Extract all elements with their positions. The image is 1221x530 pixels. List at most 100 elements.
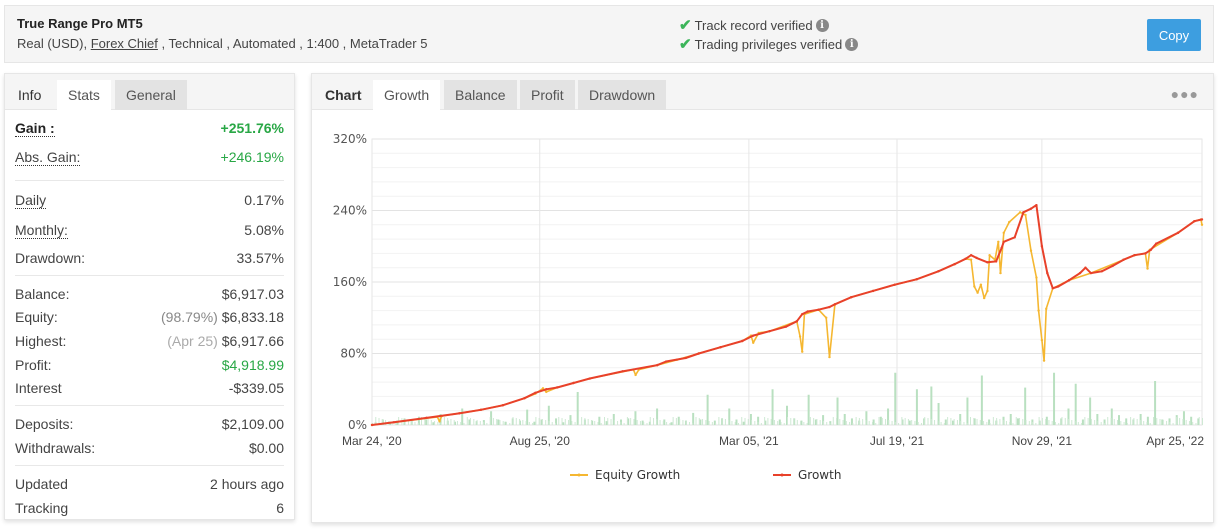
volume-bar [966,397,969,425]
volume-bar [1022,419,1024,425]
x-tick-label: Mar 05, '21 [719,434,779,448]
data-point [828,305,831,309]
data-point [798,335,802,338]
stat-drawdown: Drawdown: 33.57% [15,248,284,270]
volume-bar [394,423,396,425]
volume-bar [515,418,517,425]
volume-bar [1058,423,1060,425]
legend-marker [780,473,784,477]
volume-bar [963,422,965,425]
volume-bar [1143,421,1145,425]
data-point [621,370,624,373]
stats-tabs: Info Stats General [5,74,294,110]
volume-bar [803,422,805,425]
volume-bar [1162,420,1164,425]
data-point [572,381,575,385]
tab-balance[interactable]: Balance [444,80,517,110]
volume-bar [777,421,779,425]
volume-bar [724,419,726,425]
volume-bar [843,414,846,425]
volume-bar [562,422,565,425]
volume-bar [538,418,540,425]
data-point [953,262,956,266]
volume-bar [996,418,998,425]
volume-bar [453,420,455,425]
volume-bar [757,422,759,425]
volume-bar [698,418,700,425]
data-point [1146,267,1149,270]
volume-bar [692,423,694,425]
volume-bar [842,420,844,425]
data-point [976,291,979,294]
tab-profit[interactable]: Profit [520,80,575,110]
volume-bar [427,419,429,425]
data-point [370,423,374,427]
data-point [697,352,700,355]
tab-chart-label: Chart [325,87,362,103]
info-icon[interactable]: i [845,37,859,51]
volume-bar [460,422,462,425]
stat-tracking: Tracking 6 [15,498,284,520]
stat-label: Tracking [15,500,69,516]
tab-general[interactable]: General [115,80,187,110]
data-point [1029,249,1033,252]
info-icon[interactable]: i [815,18,829,32]
volume-bar [728,420,730,425]
volume-bar [992,417,994,425]
data-point [1000,246,1003,250]
stat-label[interactable]: Daily [15,192,47,209]
stat-label[interactable]: Abs. Gain: [15,149,81,166]
data-point [545,390,548,394]
copy-button[interactable]: Copy [1147,19,1201,51]
data-point [457,412,461,415]
stat-value: $4,918.99 [221,357,284,373]
x-axis: Mar 24, '20 Aug 25, '20 Mar 05, '21 Jul 19,… [342,434,1204,448]
volume-bar [1090,419,1092,425]
broker-link[interactable]: Forex Chief [91,36,158,51]
tab-drawdown[interactable]: Drawdown [578,80,667,110]
volume-bar [1068,419,1070,425]
data-point [1089,271,1093,275]
volume-bar [653,418,655,425]
volume-bar [764,417,766,425]
stat-equity: Equity: (98.79%) $6,833.18 [15,307,284,329]
volume-bar [907,419,909,425]
tab-info[interactable]: Info [7,80,52,110]
data-point [1193,220,1196,223]
volume-bar [492,418,494,425]
volume-bar [525,421,527,425]
volume-bar [927,418,929,425]
volume-bar [1089,397,1092,425]
volume-bar [969,417,971,425]
stat-label[interactable]: Monthly: [15,222,68,239]
data-point [825,316,828,319]
tab-stats[interactable]: Stats [57,80,111,110]
volume-bar [509,423,511,425]
divider [15,275,284,276]
volume-bar [522,420,524,425]
volume-bar [499,420,501,425]
more-horizontal-icon[interactable]: ●●● [1171,86,1199,102]
volume-bar [519,419,521,425]
volume-bar [473,419,475,425]
stat-gain: Gain : +251.76% [15,118,284,140]
data-point [979,283,983,286]
volume-bar [548,421,550,425]
volume-bar [1139,420,1141,425]
volume-bar [576,392,579,425]
y-axis: 0% 80% 160% 240% 320% [333,132,367,432]
volume-bar [1202,418,1203,425]
volume-bar [878,417,880,425]
y-tick-label: 240% [333,204,367,218]
volume-bar [672,417,674,425]
volume-bar [590,420,592,425]
tab-growth[interactable]: Growth [373,80,441,110]
x-tick-label: Apr 25, '22 [1146,434,1204,448]
data-point [1122,258,1125,261]
volume-bar [1175,417,1177,425]
volume-bar [440,423,442,425]
volume-bar [702,419,704,425]
volume-bar [649,417,651,425]
stat-label[interactable]: Gain : [15,120,55,137]
data-point [555,386,559,389]
